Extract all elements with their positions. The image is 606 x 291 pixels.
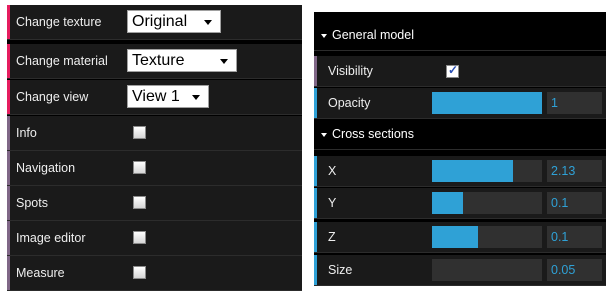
cross-sections-title: Cross sections xyxy=(332,127,414,141)
x-slider[interactable] xyxy=(432,160,542,182)
y-slider-fill xyxy=(432,192,463,214)
opacity-label: Opacity xyxy=(328,96,371,110)
x-row: X 2.13 xyxy=(314,156,606,187)
size-label: Size xyxy=(328,263,353,277)
change-material-row: Change material Texture xyxy=(7,44,302,79)
change-view-select[interactable]: View 1 xyxy=(127,85,209,108)
x-label: X xyxy=(328,164,337,178)
change-material-select[interactable]: Texture xyxy=(127,49,237,72)
z-slider-fill xyxy=(432,226,479,248)
change-material-label: Change material xyxy=(16,54,108,68)
row-accent xyxy=(7,5,10,39)
image-editor-checkbox[interactable] xyxy=(133,231,146,244)
size-row: Size 0.05 xyxy=(314,255,606,286)
change-texture-value: Original xyxy=(132,13,188,30)
x-value-input[interactable]: 2.13 xyxy=(547,160,602,182)
opacity-slider-fill xyxy=(432,92,542,114)
checkmark-icon: ✓ xyxy=(448,63,459,77)
z-row: Z 0.1 xyxy=(314,222,606,253)
row-accent xyxy=(7,186,10,220)
row-accent xyxy=(7,80,10,114)
z-label: Z xyxy=(328,230,336,244)
navigation-label: Navigation xyxy=(16,161,76,175)
change-material-value: Texture xyxy=(132,52,185,69)
info-label: Info xyxy=(16,126,37,140)
x-slider-fill xyxy=(432,160,514,182)
y-row: Y 0.1 xyxy=(314,188,606,219)
spots-label: Spots xyxy=(16,196,48,210)
change-view-value: View 1 xyxy=(132,88,180,105)
z-slider[interactable] xyxy=(432,226,542,248)
row-accent xyxy=(7,44,10,78)
left-control-panel: Change texture Original Change material … xyxy=(7,5,302,291)
row-accent xyxy=(314,156,317,186)
row-accent xyxy=(314,255,317,285)
general-model-title: General model xyxy=(332,28,414,42)
spots-checkbox[interactable] xyxy=(133,196,146,209)
triangle-down-icon xyxy=(321,133,327,137)
row-accent xyxy=(314,188,317,218)
opacity-slider[interactable] xyxy=(432,92,542,114)
size-value-input[interactable]: 0.05 xyxy=(547,259,602,281)
image-editor-label: Image editor xyxy=(16,231,86,245)
triangle-down-icon xyxy=(321,34,327,38)
size-slider[interactable] xyxy=(432,259,542,281)
change-texture-select[interactable]: Original xyxy=(127,10,221,33)
row-accent xyxy=(7,116,10,150)
row-accent xyxy=(314,88,317,118)
change-texture-label: Change texture xyxy=(16,15,102,29)
z-value-input[interactable]: 0.1 xyxy=(547,226,602,248)
change-texture-row: Change texture Original xyxy=(7,5,302,40)
row-accent xyxy=(314,222,317,252)
info-row: Info xyxy=(7,116,302,151)
navigation-checkbox[interactable] xyxy=(133,161,146,174)
visibility-row: Visibility ✓ xyxy=(314,56,606,87)
info-checkbox[interactable] xyxy=(133,126,146,139)
visibility-checkbox[interactable]: ✓ xyxy=(446,63,459,78)
y-value-input[interactable]: 0.1 xyxy=(547,192,602,214)
y-slider[interactable] xyxy=(432,192,542,214)
right-control-panel: General model Visibility ✓ Opacity 1 Cro… xyxy=(314,12,606,286)
measure-label: Measure xyxy=(16,266,65,280)
row-accent xyxy=(7,221,10,255)
visibility-label: Visibility xyxy=(328,64,373,78)
row-accent xyxy=(7,151,10,185)
change-view-label: Change view xyxy=(16,90,89,104)
cross-sections-folder[interactable]: Cross sections xyxy=(314,120,606,150)
change-view-row: Change view View 1 xyxy=(7,80,302,115)
spots-row: Spots xyxy=(7,186,302,221)
caret-down-icon xyxy=(220,59,228,64)
image-editor-row: Image editor xyxy=(7,221,302,256)
caret-down-icon xyxy=(204,20,212,25)
measure-checkbox[interactable] xyxy=(133,266,146,279)
row-accent xyxy=(7,256,10,290)
navigation-row: Navigation xyxy=(7,151,302,186)
general-model-folder[interactable]: General model xyxy=(314,21,606,51)
opacity-value-input[interactable]: 1 xyxy=(547,92,602,114)
row-accent xyxy=(314,56,317,86)
caret-down-icon xyxy=(192,95,200,100)
opacity-row: Opacity 1 xyxy=(314,88,606,119)
y-label: Y xyxy=(328,196,337,210)
